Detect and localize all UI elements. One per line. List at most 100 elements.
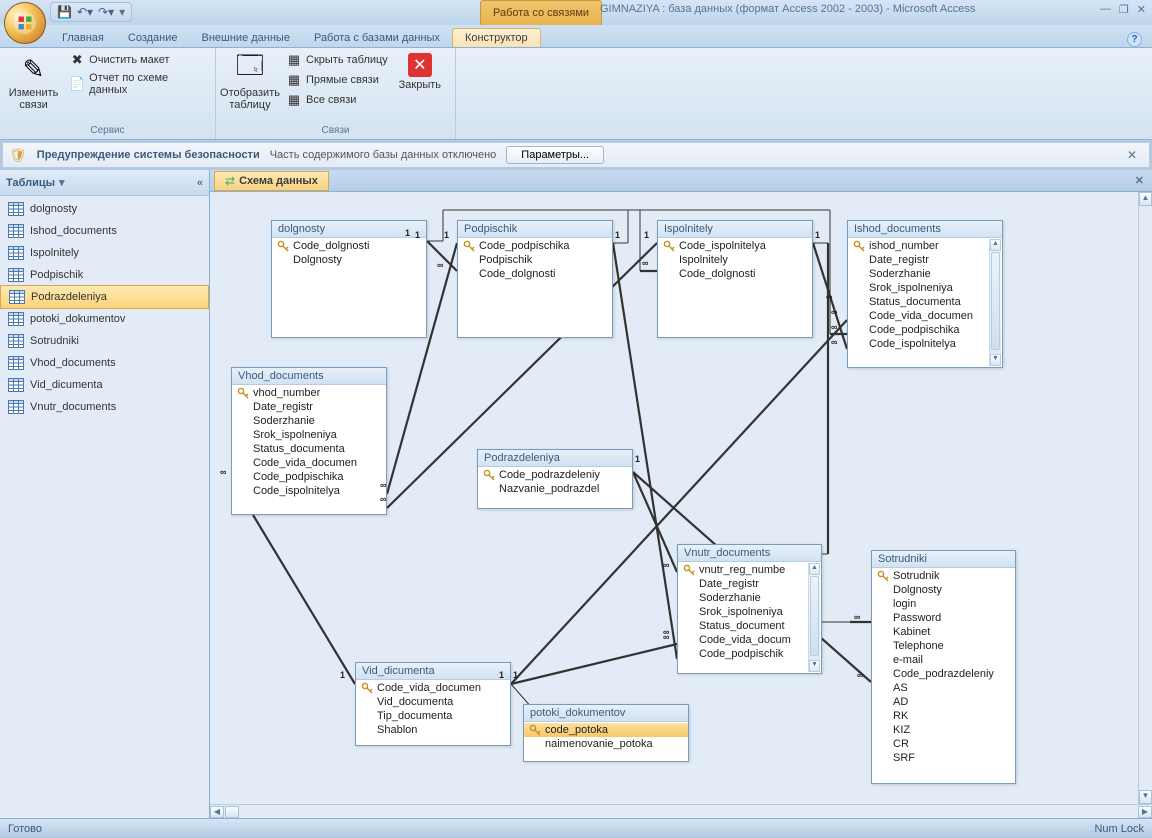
security-close-icon[interactable]: ✕ bbox=[1121, 148, 1143, 162]
field-SRF[interactable]: SRF bbox=[872, 751, 1015, 765]
field-Nazvanie_podrazdel[interactable]: Nazvanie_podrazdel bbox=[478, 482, 632, 496]
table-title[interactable]: Ishod_documents bbox=[848, 221, 1002, 238]
field-Date_registr[interactable]: Date_registr bbox=[678, 577, 821, 591]
field-Dolgnosty[interactable]: Dolgnosty bbox=[872, 583, 1015, 597]
field-Ispolnitely[interactable]: Ispolnitely bbox=[658, 253, 812, 267]
nav-item-Podpischik[interactable]: Podpischik bbox=[0, 264, 209, 286]
redo-icon[interactable]: ↷▾ bbox=[98, 5, 114, 19]
field-Code_podrazdeleniy[interactable]: Code_podrazdeleniy bbox=[478, 468, 632, 482]
table-scrollbar[interactable]: ▲▼ bbox=[989, 239, 1001, 366]
table-title[interactable]: Podrazdeleniya bbox=[478, 450, 632, 467]
field-Sotrudnik[interactable]: Sotrudnik bbox=[872, 569, 1015, 583]
field-Code_podpischika[interactable]: Code_podpischika bbox=[848, 323, 1002, 337]
table-title[interactable]: Vid_dicumenta bbox=[356, 663, 510, 680]
table-window-Podrazdeleniya[interactable]: PodrazdeleniyaCode_podrazdeleniyNazvanie… bbox=[477, 449, 633, 509]
field-Code_dolgnosti[interactable]: Code_dolgnosti bbox=[272, 239, 426, 253]
scroll-right-icon[interactable]: ▶ bbox=[1138, 806, 1152, 818]
field-Code_vida_documen[interactable]: Code_vida_documen bbox=[232, 456, 386, 470]
field-Code_podpischika[interactable]: Code_podpischika bbox=[458, 239, 612, 253]
field-Code_vida_documen[interactable]: Code_vida_documen bbox=[848, 309, 1002, 323]
field-Vid_documenta[interactable]: Vid_documenta bbox=[356, 695, 510, 709]
field-Date_registr[interactable]: Date_registr bbox=[232, 400, 386, 414]
field-code_potoka[interactable]: code_potoka bbox=[524, 723, 688, 737]
close-button[interactable]: ✕ bbox=[1137, 3, 1146, 16]
field-Tip_documenta[interactable]: Tip_documenta bbox=[356, 709, 510, 723]
table-title[interactable]: Vhod_documents bbox=[232, 368, 386, 385]
office-button[interactable] bbox=[4, 2, 46, 44]
show-table-button[interactable]: 🗔 Отобразить таблицу bbox=[222, 51, 278, 113]
scroll-up-icon[interactable]: ▲ bbox=[809, 563, 820, 575]
vertical-scrollbar[interactable]: ▲ ▼ bbox=[1138, 192, 1152, 804]
close-relations-button[interactable]: ✕ Закрыть bbox=[396, 51, 444, 93]
clear-layout-button[interactable]: ✖Очистить макет bbox=[67, 51, 209, 69]
field-login[interactable]: login bbox=[872, 597, 1015, 611]
minimize-button[interactable]: — bbox=[1100, 3, 1111, 16]
field-Code_vida_docum[interactable]: Code_vida_docum bbox=[678, 633, 821, 647]
table-window-Ispolnitely[interactable]: IspolnitelyCode_ispolnitelyaIspolnitelyC… bbox=[657, 220, 813, 338]
nav-item-dolgnosty[interactable]: dolgnosty bbox=[0, 198, 209, 220]
field-Status_document[interactable]: Status_document bbox=[678, 619, 821, 633]
field-Kabinet[interactable]: Kabinet bbox=[872, 625, 1015, 639]
qat-dropdown-icon[interactable]: ▾ bbox=[119, 5, 125, 19]
scroll-thumb[interactable] bbox=[991, 252, 1000, 350]
nav-item-Sotrudniki[interactable]: Sotrudniki bbox=[0, 330, 209, 352]
field-vhod_number[interactable]: vhod_number bbox=[232, 386, 386, 400]
table-window-Ishod_documents[interactable]: Ishod_documentsishod_numberDate_registrS… bbox=[847, 220, 1003, 368]
field-e-mail[interactable]: e-mail bbox=[872, 653, 1015, 667]
edit-relationships-button[interactable]: ✎ Изменить связи bbox=[6, 51, 61, 113]
table-window-Sotrudniki[interactable]: SotrudnikiSotrudnikDolgnostyloginPasswor… bbox=[871, 550, 1016, 784]
field-Code_dolgnosti[interactable]: Code_dolgnosti bbox=[658, 267, 812, 281]
tab-home[interactable]: Главная bbox=[50, 29, 116, 47]
relationship-report-button[interactable]: 📄Отчет по схеме данных bbox=[67, 71, 209, 97]
field-Code_ispolnitelya[interactable]: Code_ispolnitelya bbox=[658, 239, 812, 253]
scroll-down-icon[interactable]: ▼ bbox=[809, 660, 820, 672]
table-title[interactable]: Sotrudniki bbox=[872, 551, 1015, 568]
field-naimenovanie_potoka[interactable]: naimenovanie_potoka bbox=[524, 737, 688, 751]
field-Status_documenta[interactable]: Status_documenta bbox=[232, 442, 386, 456]
field-Code_podrazdeleniy[interactable]: Code_podrazdeleniy bbox=[872, 667, 1015, 681]
field-Soderzhanie[interactable]: Soderzhanie bbox=[678, 591, 821, 605]
field-Shablon[interactable]: Shablon bbox=[356, 723, 510, 737]
view-icon[interactable] bbox=[225, 806, 239, 818]
nav-item-Vid_dicumenta[interactable]: Vid_dicumenta bbox=[0, 374, 209, 396]
field-Code_dolgnosti[interactable]: Code_dolgnosti bbox=[458, 267, 612, 281]
field-Dolgnosty[interactable]: Dolgnosty bbox=[272, 253, 426, 267]
field-ishod_number[interactable]: ishod_number bbox=[848, 239, 1002, 253]
tab-create[interactable]: Создание bbox=[116, 29, 190, 47]
security-options-button[interactable]: Параметры... bbox=[506, 146, 604, 164]
field-Soderzhanie[interactable]: Soderzhanie bbox=[232, 414, 386, 428]
table-title[interactable]: Podpischik bbox=[458, 221, 612, 238]
table-window-Vnutr_documents[interactable]: Vnutr_documentsvnutr_reg_numbeDate_regis… bbox=[677, 544, 822, 674]
field-RK[interactable]: RK bbox=[872, 709, 1015, 723]
nav-item-Ishod_documents[interactable]: Ishod_documents bbox=[0, 220, 209, 242]
field-Srok_ispolneniya[interactable]: Srok_ispolneniya bbox=[232, 428, 386, 442]
table-scrollbar[interactable]: ▲▼ bbox=[808, 563, 820, 672]
table-window-dolgnosty[interactable]: dolgnostyCode_dolgnostiDolgnosty bbox=[271, 220, 427, 338]
scroll-up-icon[interactable]: ▲ bbox=[1139, 192, 1152, 206]
help-icon[interactable]: ? bbox=[1127, 32, 1142, 47]
field-Podpischik[interactable]: Podpischik bbox=[458, 253, 612, 267]
canvas-tab-close-icon[interactable]: ✕ bbox=[1127, 174, 1152, 187]
field-Code_ispolnitelya[interactable]: Code_ispolnitelya bbox=[232, 484, 386, 498]
field-Soderzhanie[interactable]: Soderzhanie bbox=[848, 267, 1002, 281]
field-Srok_ispolneniya[interactable]: Srok_ispolneniya bbox=[848, 281, 1002, 295]
hide-table-button[interactable]: ▦Скрыть таблицу bbox=[284, 51, 390, 69]
scroll-left-icon[interactable]: ◀ bbox=[210, 806, 224, 818]
table-window-Vhod_documents[interactable]: Vhod_documentsvhod_numberDate_registrSod… bbox=[231, 367, 387, 515]
table-window-Vid_dicumenta[interactable]: Vid_dicumentaCode_vida_documenVid_docume… bbox=[355, 662, 511, 746]
scroll-thumb[interactable] bbox=[810, 576, 819, 656]
undo-icon[interactable]: ↶▾ bbox=[77, 5, 93, 19]
field-Code_podpischika[interactable]: Code_podpischika bbox=[232, 470, 386, 484]
tab-dbtools[interactable]: Работа с базами данных bbox=[302, 29, 452, 47]
tab-design[interactable]: Конструктор bbox=[452, 28, 541, 47]
table-title[interactable]: dolgnosty bbox=[272, 221, 426, 238]
field-Srok_ispolneniya[interactable]: Srok_ispolneniya bbox=[678, 605, 821, 619]
table-title[interactable]: potoki_dokumentov bbox=[524, 705, 688, 722]
nav-item-Vnutr_documents[interactable]: Vnutr_documents bbox=[0, 396, 209, 418]
field-Password[interactable]: Password bbox=[872, 611, 1015, 625]
field-vnutr_reg_numbe[interactable]: vnutr_reg_numbe bbox=[678, 563, 821, 577]
horizontal-scrollbar[interactable]: ◀ ▶ bbox=[210, 804, 1152, 818]
table-window-potoki_dokumentov[interactable]: potoki_dokumentovcode_potokanaimenovanie… bbox=[523, 704, 689, 762]
table-title[interactable]: Vnutr_documents bbox=[678, 545, 821, 562]
nav-item-Vhod_documents[interactable]: Vhod_documents bbox=[0, 352, 209, 374]
